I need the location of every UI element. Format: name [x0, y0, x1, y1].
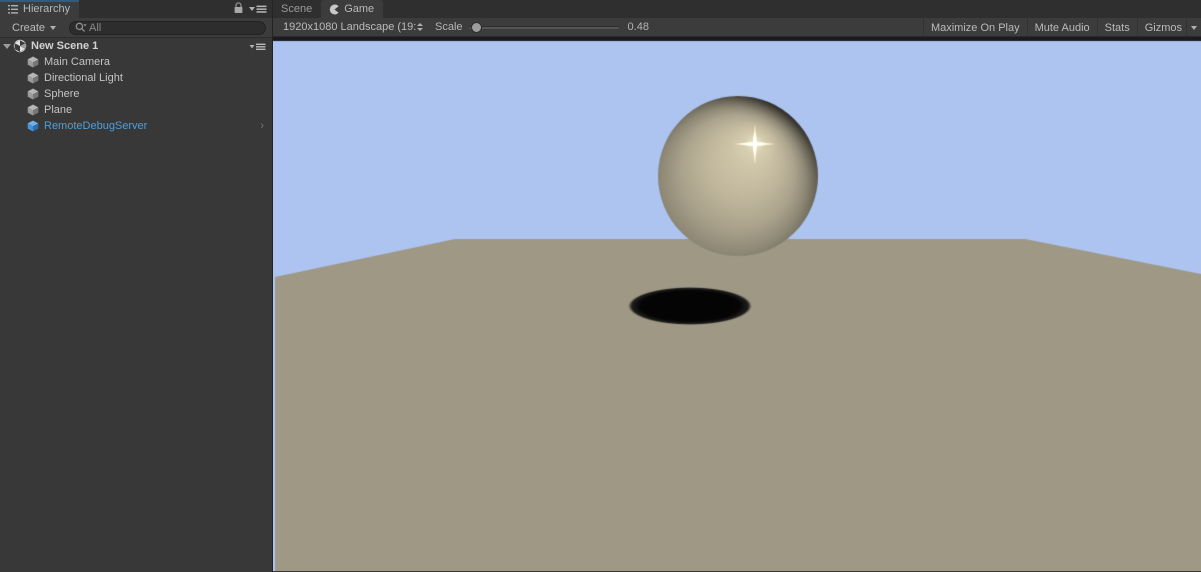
search-input[interactable]: All	[69, 20, 266, 35]
tab-game[interactable]: Game	[321, 0, 384, 18]
hierarchy-toolbar: Create All	[0, 18, 272, 38]
scene-expand-toggle[interactable]	[0, 38, 13, 54]
hierarchy-scene-label: New Scene 1	[31, 40, 99, 52]
hierarchy-scene-row[interactable]: New Scene 1	[0, 38, 272, 54]
resolution-dropdown-value: 1920x1080 Landscape (19:	[283, 21, 416, 33]
mute-audio-label: Mute Audio	[1034, 21, 1090, 34]
scale-label: Scale	[435, 21, 463, 33]
hierarchy-item-directional-light[interactable]: Directional Light	[0, 70, 272, 86]
prefab-open-chevron-icon[interactable]: ›	[260, 118, 264, 134]
search-input-value: All	[89, 21, 102, 34]
stats-label: Stats	[1104, 21, 1130, 34]
resolution-dropdown[interactable]: 1920x1080 Landscape (19:	[277, 19, 427, 35]
game-view-panel: Scene Game 1920x1080 Landscape (19: Scal…	[273, 0, 1201, 572]
gizmos-label: Gizmos	[1144, 21, 1182, 34]
tab-scene-label: Scene	[281, 3, 313, 15]
gameobject-cube-icon	[27, 72, 39, 84]
chevron-down-icon	[1191, 25, 1197, 30]
game-render-area[interactable]	[273, 37, 1201, 571]
tab-hierarchy[interactable]: Hierarchy	[0, 0, 80, 18]
hierarchy-item-label: Plane	[44, 104, 73, 116]
scale-slider[interactable]	[468, 20, 619, 34]
hierarchy-panel-tools	[233, 2, 267, 15]
tab-game-label: Game	[344, 3, 375, 15]
hierarchy-item-remotedebugserver[interactable]: RemoteDebugServer ›	[0, 118, 272, 134]
lock-icon[interactable]	[233, 2, 244, 15]
hierarchy-item-label: Sphere	[44, 88, 80, 100]
gameobject-cube-icon	[27, 104, 39, 116]
scale-slider-track	[468, 26, 619, 29]
tab-scene[interactable]: Scene	[273, 0, 321, 18]
create-button[interactable]: Create	[4, 20, 64, 35]
hierarchy-item-main-camera[interactable]: Main Camera	[0, 54, 272, 70]
hierarchy-item-sphere[interactable]: Sphere	[0, 86, 272, 102]
scene-menu-icon	[249, 43, 266, 50]
hierarchy-item-list: Main Camera Directional Light Sphere Pla…	[0, 54, 272, 134]
maximize-on-play-label: Maximize On Play	[930, 21, 1020, 34]
updown-arrows-icon	[416, 22, 423, 33]
game-pacman-icon	[330, 4, 339, 15]
gameview-toolbar-right: Maximize On Play Mute Audio Stats Gizmos	[922, 18, 1201, 37]
gameobject-cube-icon	[27, 88, 39, 100]
triangle-down-icon	[2, 43, 11, 49]
search-icon	[75, 22, 87, 32]
unity-editor-window: Hierarchy Create All New Scene 1 Main Ca…	[0, 0, 1201, 572]
gameobject-cube-icon	[27, 56, 39, 68]
hierarchy-item-label: Directional Light	[44, 72, 123, 84]
panel-menu-icon[interactable]	[248, 2, 267, 15]
stats-button[interactable]: Stats	[1096, 18, 1137, 37]
scale-slider-handle[interactable]	[471, 22, 483, 33]
hierarchy-item-plane[interactable]: Plane	[0, 102, 272, 118]
game-render-canvas[interactable]	[273, 37, 1201, 571]
create-button-label: Create	[12, 21, 46, 34]
hierarchy-panel: Hierarchy Create All New Scene 1 Main Ca…	[0, 0, 273, 572]
unity-scene-icon	[13, 39, 27, 53]
hierarchy-tabstrip: Hierarchy	[0, 0, 272, 18]
hierarchy-tree: New Scene 1 Main Camera Directional Ligh…	[0, 38, 272, 572]
scale-value: 0.48	[627, 21, 649, 33]
gameview-tabstrip: Scene Game	[273, 0, 1201, 18]
chevron-down-icon	[50, 25, 57, 30]
hierarchy-item-label: Main Camera	[44, 56, 111, 68]
maximize-on-play-button[interactable]: Maximize On Play	[922, 18, 1027, 37]
prefab-cube-icon	[27, 120, 39, 132]
gizmos-button[interactable]: Gizmos	[1136, 18, 1186, 37]
gizmos-dropdown-button[interactable]	[1186, 18, 1201, 37]
scene-context-menu-button[interactable]	[249, 41, 266, 52]
gameview-toolbar: 1920x1080 Landscape (19: Scale 0.48 Maxi…	[273, 18, 1201, 37]
hierarchy-list-icon	[8, 4, 18, 14]
tab-hierarchy-label: Hierarchy	[23, 3, 71, 15]
mute-audio-button[interactable]: Mute Audio	[1026, 18, 1097, 37]
hierarchy-item-label: RemoteDebugServer	[44, 120, 148, 132]
